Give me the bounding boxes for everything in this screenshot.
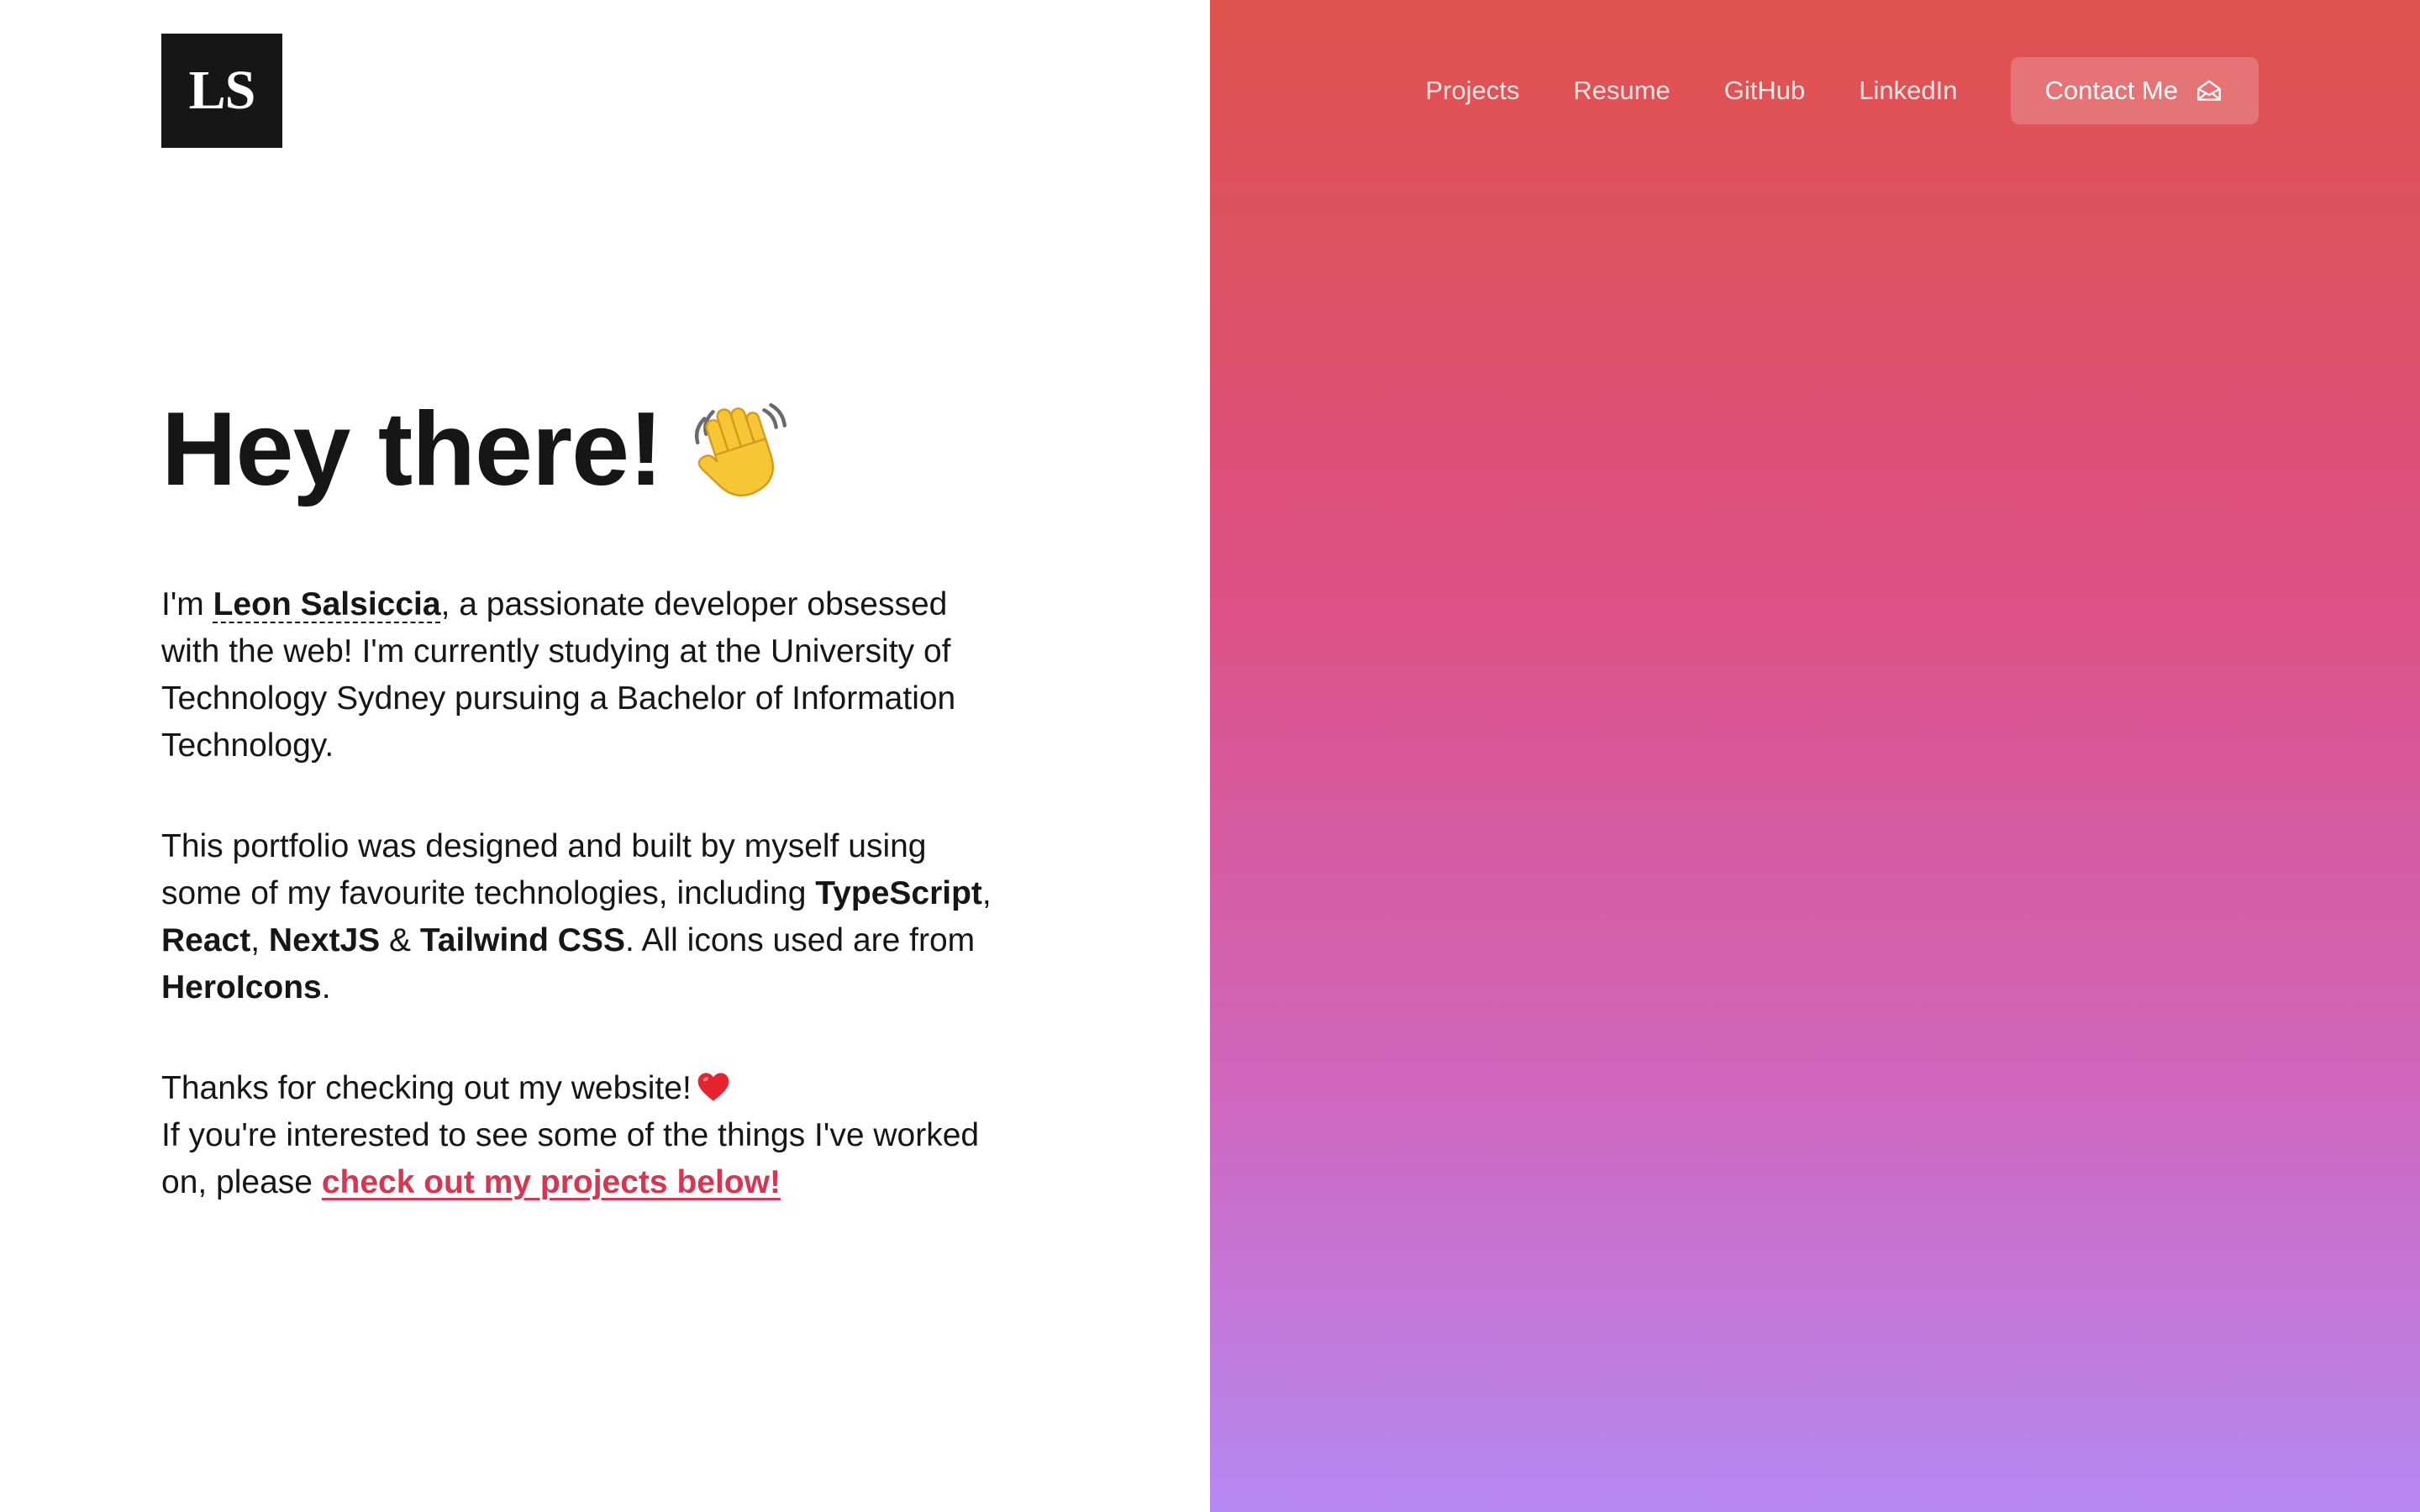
top-nav: Projects Resume GitHub LinkedIn Contact … bbox=[1425, 57, 2259, 124]
tech-stack-paragraph: This portfolio was designed and built by… bbox=[161, 823, 1002, 1011]
stack-text: . bbox=[321, 969, 331, 1005]
stack-text: This portfolio was designed and built by… bbox=[161, 828, 927, 911]
nav-link-github[interactable]: GitHub bbox=[1724, 76, 1805, 106]
tech-typescript: TypeScript bbox=[815, 875, 982, 911]
projects-link[interactable]: check out my projects below! bbox=[322, 1164, 781, 1200]
contact-me-button[interactable]: Contact Me bbox=[2011, 57, 2259, 124]
stack-text: . All icons used are from bbox=[624, 922, 976, 958]
nav-link-linkedin[interactable]: LinkedIn bbox=[1859, 76, 1957, 106]
tech-react: React bbox=[161, 922, 251, 958]
stack-separator: & bbox=[380, 922, 420, 958]
site-logo[interactable]: LS bbox=[161, 34, 282, 148]
icons-source: HeroIcons bbox=[161, 969, 322, 1005]
hero-content: Hey there! I'm Leon Salsiccia, a passion… bbox=[161, 386, 1002, 1206]
thanks-paragraph: Thanks for checking out my website! If yo… bbox=[161, 1065, 1002, 1206]
stack-separator: , bbox=[981, 875, 992, 911]
logo-text: LS bbox=[188, 60, 256, 121]
heart-icon bbox=[697, 1073, 729, 1101]
waving-hand-icon bbox=[695, 402, 787, 496]
headline-text: Hey there! bbox=[161, 391, 663, 507]
hero-gradient-panel bbox=[1210, 0, 2420, 1512]
tech-nextjs: NextJS bbox=[268, 922, 381, 958]
contact-me-label: Contact Me bbox=[2044, 76, 2178, 105]
nav-link-resume[interactable]: Resume bbox=[1573, 76, 1670, 106]
intro-text-start: I'm bbox=[161, 586, 213, 622]
tech-tailwind: Tailwind CSS bbox=[419, 922, 625, 958]
nav-link-projects[interactable]: Projects bbox=[1425, 76, 1519, 106]
thanks-text: Thanks for checking out my website! bbox=[161, 1070, 692, 1106]
stack-separator: , bbox=[250, 922, 269, 958]
page-title: Hey there! bbox=[161, 386, 1002, 512]
envelope-open-icon bbox=[2197, 80, 2221, 101]
intro-paragraph: I'm Leon Salsiccia, a passionate develop… bbox=[161, 581, 1002, 769]
author-name[interactable]: Leon Salsiccia bbox=[213, 586, 441, 622]
